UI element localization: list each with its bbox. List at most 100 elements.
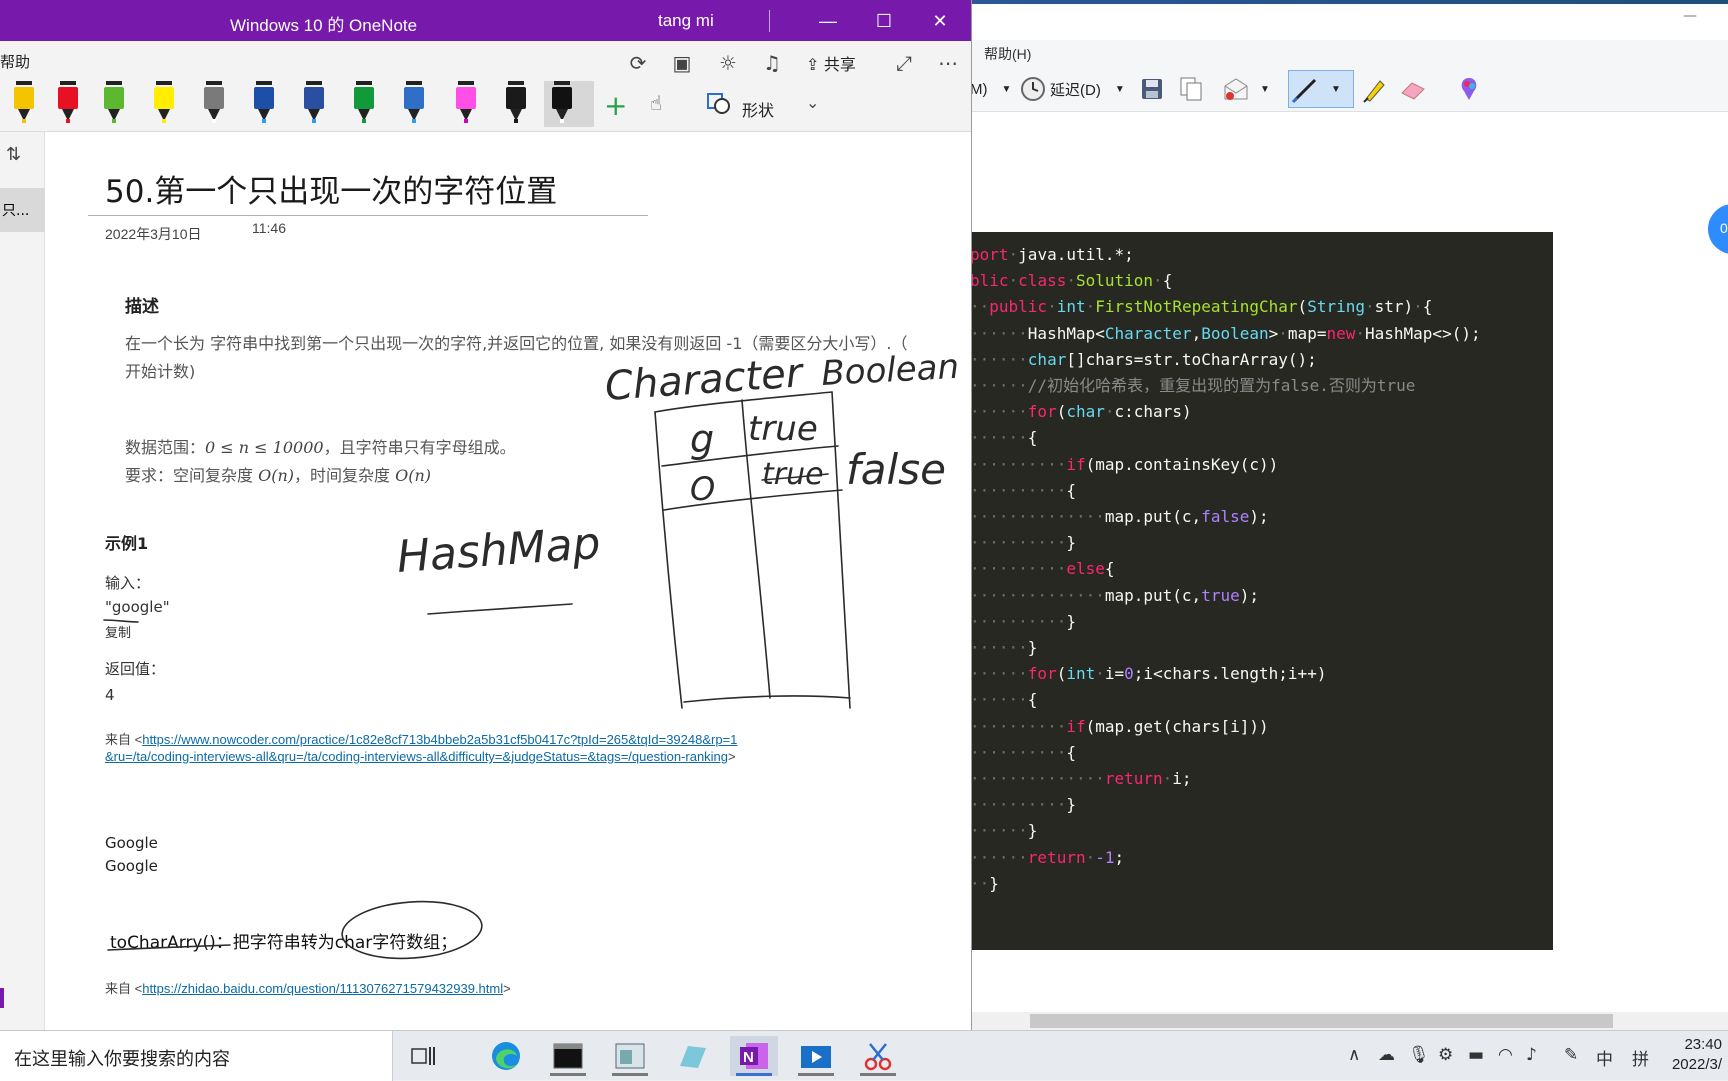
code-token: · [1104, 402, 1115, 422]
code-line: blic·class·Solution·{ [970, 268, 1172, 294]
code-token: ); [1239, 585, 1259, 605]
ime-mode-indicator[interactable]: 拼 [1632, 1045, 1649, 1070]
code-token: ·············· [970, 507, 1105, 526]
snip-menubar: 帮助(H) [970, 40, 1728, 66]
mode-button[interactable]: M) ▼ [970, 74, 1011, 104]
taskbar-media-app[interactable] [792, 1036, 840, 1076]
window-top-strip [970, 0, 1728, 4]
snip-minimize-button[interactable]: — [1670, 8, 1710, 34]
menu-help[interactable]: 帮助(H) [984, 44, 1031, 64]
send-button[interactable]: ▼ [1222, 74, 1270, 104]
taskbar-terminal[interactable] [544, 1036, 592, 1076]
ink-table-bottom [683, 695, 851, 703]
code-token: { [1162, 271, 1173, 291]
chevron-down-icon[interactable]: ▼ [1115, 84, 1125, 95]
code-token: · [1047, 297, 1057, 317]
code-line: ······return·-1; [970, 845, 1124, 871]
code-line: ··············map.put(c,false); [970, 504, 1269, 530]
code-token: · [1413, 297, 1423, 317]
code-token: · [1364, 297, 1375, 317]
code-token: ·········· [970, 480, 1067, 500]
code-token: ·············· [970, 769, 1105, 788]
code-token: ······ [970, 690, 1028, 710]
code-line: ··} [970, 871, 999, 897]
svg-text:N: N [743, 1049, 754, 1066]
code-token: -1 [1095, 847, 1115, 867]
ime-language-indicator[interactable]: 中 [1596, 1045, 1613, 1070]
code-token: ·········· [970, 533, 1067, 553]
ink-tochar-underline [107, 944, 231, 951]
code-token: { [1066, 742, 1076, 762]
code-token: > [1268, 323, 1279, 343]
pen-button[interactable]: ▼ [1288, 70, 1354, 108]
paint3d-button[interactable] [1456, 74, 1482, 104]
chevron-down-icon[interactable]: ▼ [1331, 84, 1341, 95]
battery-icon[interactable]: ▬ [1468, 1045, 1484, 1065]
ink-character: Character [603, 350, 806, 410]
code-token: int [1066, 664, 1096, 684]
show-hidden-icons-chevron-icon[interactable]: ∧ [1348, 1045, 1360, 1065]
code-line: ··········} [970, 530, 1076, 556]
eraser-button[interactable] [1398, 74, 1428, 104]
microphone-icon[interactable]: 🎙 [1408, 1045, 1430, 1065]
code-line: ··········} [970, 609, 1076, 635]
taskbar-snipping-tool[interactable] [854, 1036, 902, 1076]
taskbar-edge[interactable] [482, 1036, 530, 1076]
scissors-icon [864, 1043, 892, 1071]
settings-icon[interactable]: ⚙ [1438, 1045, 1453, 1065]
highlighter-button[interactable] [1360, 74, 1388, 104]
ink-boolean: Boolean [820, 347, 960, 394]
ink-o: O [690, 470, 715, 508]
task-view-button[interactable] [400, 1036, 448, 1076]
taskbar-app-window[interactable] [606, 1036, 654, 1076]
ink-false: false [846, 445, 946, 494]
ink-hashmap-underline [427, 603, 573, 615]
volume-icon[interactable]: ♪ [1526, 1045, 1537, 1065]
code-token: for [1027, 664, 1057, 684]
taskbar-onenote[interactable]: N [730, 1036, 778, 1076]
code-line: ··········{ [970, 740, 1076, 766]
code-token: } [989, 873, 999, 893]
taskbar-notes-app[interactable] [668, 1036, 716, 1076]
code-token: return [1027, 847, 1086, 867]
wifi-icon[interactable]: ◠ [1498, 1045, 1513, 1065]
taskbar-search-box[interactable]: 在这里输入你要搜索的内容 [0, 1031, 393, 1081]
highlighter-icon [1363, 80, 1385, 103]
scrollbar-thumb[interactable] [1030, 1014, 1613, 1028]
code-token: blic [970, 271, 1009, 291]
code-token: Boolean [1201, 323, 1269, 343]
save-button[interactable] [1140, 74, 1164, 104]
running-indicator [798, 1073, 834, 1076]
paint3d-icon [1461, 78, 1477, 100]
code-token: map= [1287, 323, 1327, 343]
code-token: map.put(c, [1104, 585, 1202, 605]
delay-button[interactable]: 延迟(D) ▼ [1020, 74, 1125, 104]
code-token: { [1422, 297, 1433, 317]
clock-time: 23:40 [1684, 1036, 1722, 1053]
ink-g: g [690, 417, 714, 461]
ink-true-2: true [762, 457, 824, 492]
code-line: ······char[]chars=str.toCharArray(); [970, 347, 1317, 373]
pen-workspace-icon[interactable]: ✎ [1564, 1045, 1578, 1065]
ink-hashmap: HashMap [395, 518, 602, 583]
code-token: ······ [970, 821, 1028, 841]
code-line: ······{ [970, 425, 1037, 451]
envelope-icon [1224, 78, 1248, 100]
chevron-down-icon[interactable]: ▼ [1002, 84, 1012, 95]
code-line: ······for(char·c:chars) [970, 399, 1192, 425]
code-line: ······{ [970, 687, 1037, 713]
code-token: ·········· [970, 559, 1067, 579]
system-clock[interactable]: 23:40 2022/3/ [1672, 1035, 1722, 1075]
copy-button[interactable] [1178, 74, 1204, 104]
onenote-window: Windows 10 的 OneNote tang mi — ☐ ✕ 帮助 ⟳ … [0, 0, 972, 1030]
chevron-down-icon[interactable]: ▼ [1260, 84, 1270, 95]
code-line: ··public·int·FirstNotRepeatingChar(Strin… [970, 294, 1432, 320]
code-token: for [1027, 402, 1057, 422]
cloud-icon[interactable]: ☁ [1378, 1045, 1395, 1065]
running-indicator [736, 1073, 772, 1076]
code-token: } [1066, 795, 1076, 815]
code-token: HashMap< [1027, 323, 1105, 343]
code-token: · [1153, 271, 1163, 291]
code-token: ······ [970, 349, 1028, 369]
code-token: { [1104, 559, 1115, 579]
